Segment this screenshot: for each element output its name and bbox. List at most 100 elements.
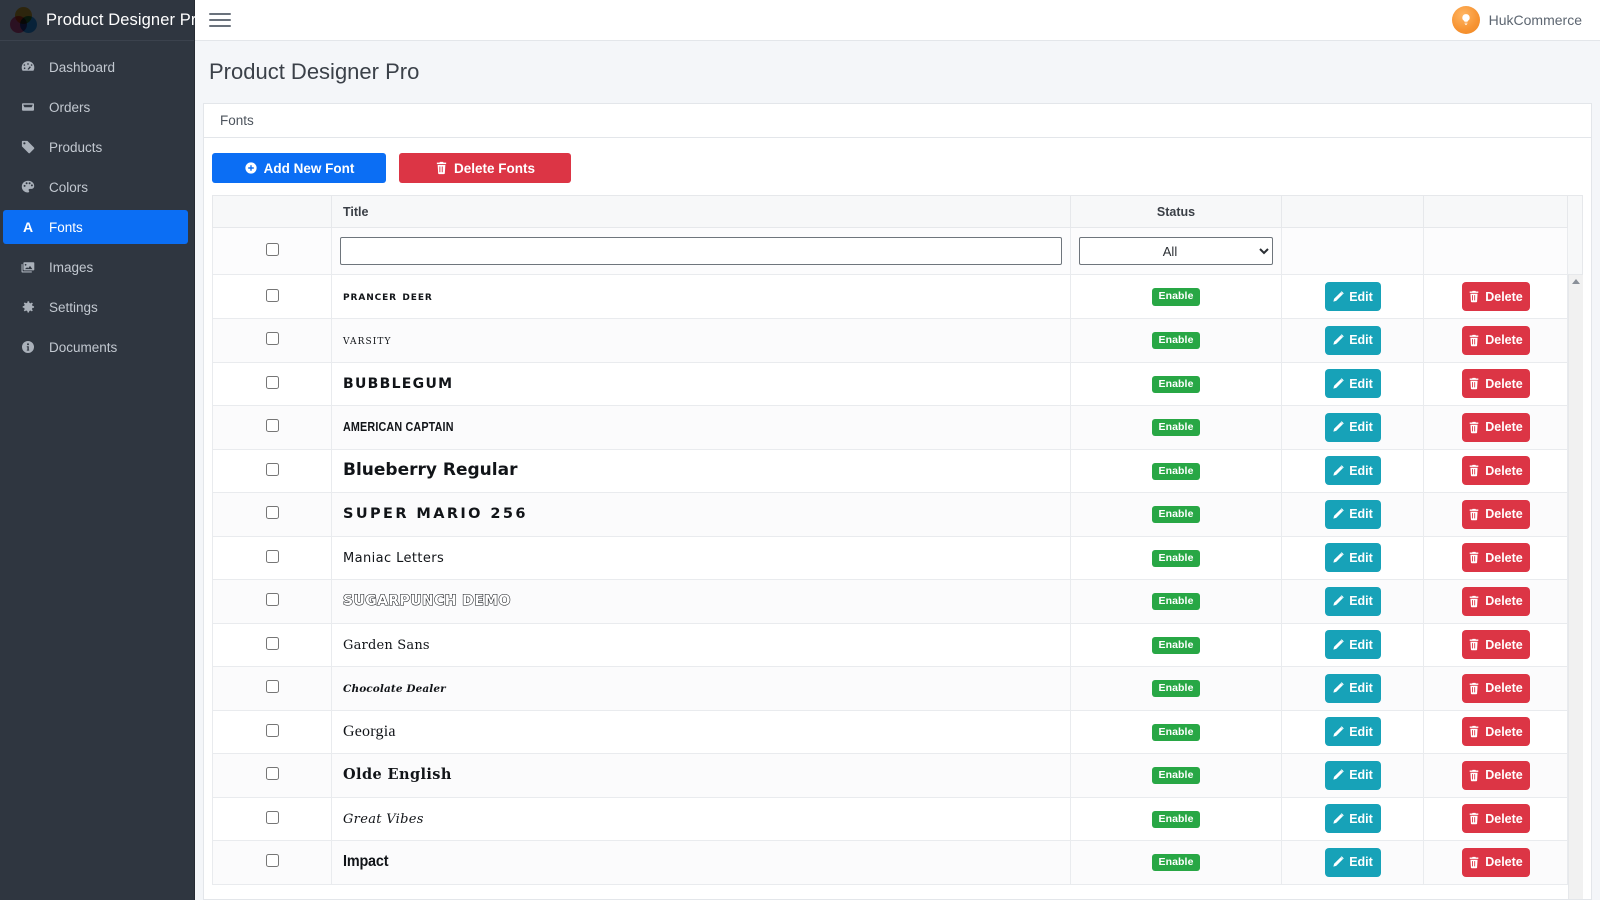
- delete-button[interactable]: Delete: [1462, 587, 1530, 616]
- sidebar-item-products[interactable]: Products: [3, 130, 188, 164]
- row-checkbox[interactable]: [266, 724, 279, 737]
- row-checkbox[interactable]: [266, 289, 279, 302]
- row-checkbox[interactable]: [266, 680, 279, 693]
- sidebar-item-orders[interactable]: Orders: [3, 90, 188, 124]
- status-badge: Enable: [1152, 463, 1199, 480]
- row-checkbox[interactable]: [266, 332, 279, 345]
- delete-button[interactable]: Delete: [1462, 369, 1530, 398]
- delete-label: Delete: [1485, 594, 1523, 608]
- table-vertical-scrollbar[interactable]: [1568, 275, 1583, 899]
- edit-button[interactable]: Edit: [1325, 543, 1381, 572]
- row-checkbox[interactable]: [266, 767, 279, 780]
- trash-icon: [1468, 551, 1480, 564]
- edit-button[interactable]: Edit: [1325, 282, 1381, 311]
- pencil-icon: [1332, 552, 1344, 564]
- scroll-up-arrow-icon[interactable]: [1572, 279, 1580, 284]
- row-checkbox[interactable]: [266, 463, 279, 476]
- row-checkbox[interactable]: [266, 854, 279, 867]
- pencil-icon: [1332, 856, 1344, 868]
- delete-button[interactable]: Delete: [1462, 326, 1530, 355]
- delete-button[interactable]: Delete: [1462, 500, 1530, 529]
- sidebar-item-documents[interactable]: Documents: [3, 330, 188, 364]
- column-header-title[interactable]: Title: [332, 196, 1071, 228]
- status-filter-select[interactable]: All Enable Disable: [1079, 237, 1273, 265]
- row-edit-cell: Edit: [1282, 406, 1424, 450]
- edit-button[interactable]: Edit: [1325, 717, 1381, 746]
- delete-button[interactable]: Delete: [1462, 413, 1530, 442]
- row-edit-cell: Edit: [1282, 275, 1424, 319]
- table-row: SUPER MARIO 256EnableEditDelete: [213, 493, 1568, 537]
- delete-button[interactable]: Delete: [1462, 456, 1530, 485]
- delete-button[interactable]: Delete: [1462, 630, 1530, 659]
- delete-button[interactable]: Delete: [1462, 543, 1530, 572]
- row-checkbox[interactable]: [266, 376, 279, 389]
- delete-button[interactable]: Delete: [1462, 674, 1530, 703]
- row-title-cell: VARSITY: [332, 319, 1071, 363]
- delete-label: Delete: [1485, 855, 1523, 869]
- filter-edit-cell: [1282, 228, 1424, 275]
- trash-icon: [1468, 856, 1480, 869]
- hamburger-icon[interactable]: [209, 11, 231, 29]
- trash-icon: [1468, 725, 1480, 738]
- edit-button[interactable]: Edit: [1325, 804, 1381, 833]
- row-checkbox[interactable]: [266, 419, 279, 432]
- status-badge: Enable: [1152, 288, 1199, 305]
- sidebar-item-settings[interactable]: Settings: [3, 290, 188, 324]
- edit-button[interactable]: Edit: [1325, 761, 1381, 790]
- sidebar-item-fonts[interactable]: A Fonts: [3, 210, 188, 244]
- image-icon: [19, 259, 36, 276]
- column-header-edit: [1282, 196, 1424, 228]
- edit-label: Edit: [1349, 594, 1373, 608]
- add-new-font-button[interactable]: Add New Font: [212, 153, 386, 183]
- row-checkbox[interactable]: [266, 637, 279, 650]
- select-all-checkbox[interactable]: [266, 243, 279, 256]
- font-title: Great Vibes: [343, 813, 424, 827]
- card-header: Fonts: [204, 104, 1591, 138]
- row-delete-cell: Delete: [1424, 580, 1568, 624]
- delete-label: Delete: [1485, 638, 1523, 652]
- title-filter-input[interactable]: [340, 237, 1062, 265]
- row-title-cell: Impact: [332, 841, 1071, 885]
- edit-button[interactable]: Edit: [1325, 326, 1381, 355]
- edit-label: Edit: [1349, 768, 1373, 782]
- column-header-status[interactable]: Status: [1071, 196, 1282, 228]
- edit-button[interactable]: Edit: [1325, 848, 1381, 877]
- table-body-scroll: PRANCER DEEREnableEditDeleteVARSITYEnabl…: [212, 275, 1583, 899]
- delete-button[interactable]: Delete: [1462, 848, 1530, 877]
- edit-button[interactable]: Edit: [1325, 500, 1381, 529]
- row-checkbox[interactable]: [266, 593, 279, 606]
- edit-button[interactable]: Edit: [1325, 456, 1381, 485]
- trash-icon: [1468, 290, 1480, 303]
- row-status-cell: Enable: [1071, 493, 1282, 537]
- row-checkbox[interactable]: [266, 811, 279, 824]
- tag-icon: [19, 139, 36, 156]
- edit-button[interactable]: Edit: [1325, 630, 1381, 659]
- delete-button[interactable]: Delete: [1462, 761, 1530, 790]
- sidebar-item-dashboard[interactable]: Dashboard: [3, 50, 188, 84]
- edit-button[interactable]: Edit: [1325, 369, 1381, 398]
- row-checkbox[interactable]: [266, 506, 279, 519]
- row-edit-cell: Edit: [1282, 493, 1424, 537]
- row-select-cell: [213, 449, 332, 493]
- brand-header[interactable]: Product Designer Pro: [0, 0, 194, 41]
- sidebar-item-colors[interactable]: Colors: [3, 170, 188, 204]
- add-new-font-label: Add New Font: [264, 161, 355, 176]
- delete-button[interactable]: Delete: [1462, 804, 1530, 833]
- delete-button[interactable]: Delete: [1462, 282, 1530, 311]
- edit-button[interactable]: Edit: [1325, 413, 1381, 442]
- edit-button[interactable]: Edit: [1325, 587, 1381, 616]
- row-delete-cell: Delete: [1424, 710, 1568, 754]
- sidebar-item-label: Products: [49, 140, 102, 155]
- delete-button[interactable]: Delete: [1462, 717, 1530, 746]
- user-menu[interactable]: HukCommerce: [1452, 6, 1582, 34]
- font-title: Blueberry Regular: [343, 461, 517, 480]
- user-name: HukCommerce: [1489, 12, 1582, 28]
- pencil-icon: [1332, 334, 1344, 346]
- row-checkbox[interactable]: [266, 550, 279, 563]
- sidebar-item-images[interactable]: Images: [3, 250, 188, 284]
- row-title-cell: Georgia: [332, 710, 1071, 754]
- delete-fonts-button[interactable]: Delete Fonts: [399, 153, 571, 183]
- row-title-cell: Olde English: [332, 754, 1071, 798]
- edit-button[interactable]: Edit: [1325, 674, 1381, 703]
- three-circles-logo-icon: [10, 7, 37, 34]
